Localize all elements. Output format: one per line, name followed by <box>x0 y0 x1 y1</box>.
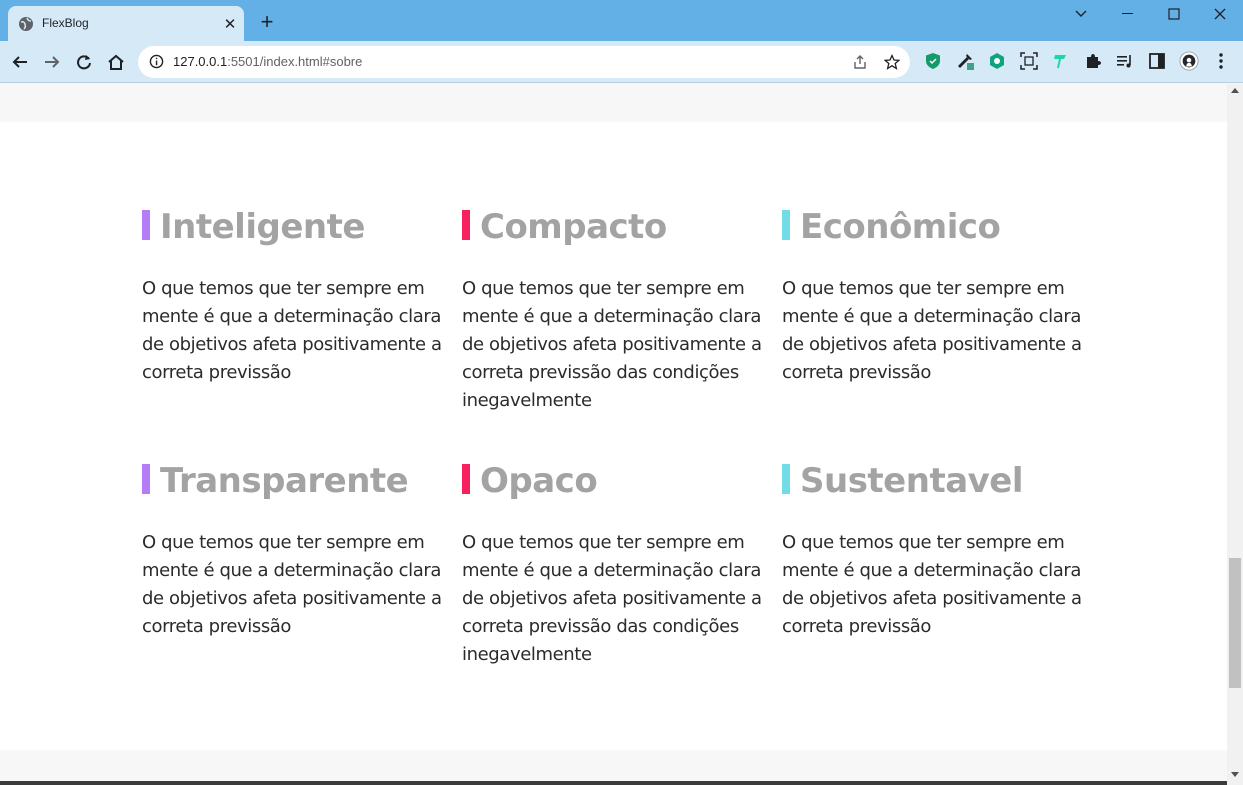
feature-title: Opaco <box>480 461 598 501</box>
feature-accent-bar <box>462 210 470 240</box>
horse-extension-icon[interactable] <box>1051 51 1071 71</box>
tab-close-button[interactable]: ✕ <box>221 15 239 33</box>
screenshot-extension-icon[interactable] <box>1019 51 1039 71</box>
url-text: 127.0.0.1:5501/index.html#sobre <box>173 54 362 69</box>
feature-title: Sustentavel <box>800 461 1024 501</box>
browser-toolbar: 127.0.0.1:5501/index.html#sobre <box>0 41 1243 83</box>
color-picker-extension-icon[interactable] <box>955 51 975 71</box>
feature-economico: Econômico O que temos que ter sempre em … <box>782 207 1092 383</box>
feature-accent-bar <box>142 464 150 494</box>
feature-title: Transparente <box>160 461 409 501</box>
feature-sustentavel: Sustentavel O que temos que ter sempre e… <box>782 461 1092 637</box>
scroll-up-arrow-icon[interactable] <box>1231 88 1239 93</box>
back-button[interactable] <box>8 50 32 74</box>
window-bottom-edge <box>0 781 1227 785</box>
feature-description: O que temos que ter sempre em mente é qu… <box>462 278 762 411</box>
page-viewport: Inteligente O que temos que ter sempre e… <box>0 84 1227 785</box>
url-path: :5501/index.html#sobre <box>227 54 363 69</box>
bookmark-star-icon[interactable] <box>883 53 901 74</box>
feature-inteligente: Inteligente O que temos que ter sempre e… <box>142 207 452 383</box>
feature-accent-bar <box>782 464 790 494</box>
extensions-puzzle-icon[interactable] <box>1083 51 1103 71</box>
feature-title: Compacto <box>480 207 667 247</box>
shield-extension-icon[interactable] <box>923 51 943 71</box>
home-button[interactable] <box>104 50 128 74</box>
feature-heading: Inteligente <box>142 207 452 250</box>
browser-tab[interactable]: FlexBlog ✕ <box>8 6 244 41</box>
feature-description: O que temos que ter sempre em mente é qu… <box>782 532 1082 637</box>
minimize-button[interactable] <box>1108 4 1148 24</box>
feature-heading: Opaco <box>462 461 772 504</box>
feature-heading: Compacto <box>462 207 772 250</box>
feature-description: O que temos que ter sempre em mente é qu… <box>142 532 442 637</box>
browser-titlebar: FlexBlog ✕ + <box>0 0 1243 41</box>
info-icon[interactable] <box>149 54 164 73</box>
maximize-button[interactable] <box>1154 4 1194 24</box>
feature-title: Econômico <box>800 207 1001 247</box>
globe-icon <box>18 16 34 32</box>
profile-avatar-icon[interactable] <box>1179 51 1199 71</box>
vertical-scrollbar[interactable] <box>1227 84 1243 785</box>
feature-heading: Sustentavel <box>782 461 1092 504</box>
address-bar[interactable]: 127.0.0.1:5501/index.html#sobre <box>138 46 910 78</box>
feature-title: Inteligente <box>160 207 365 247</box>
feature-heading: Transparente <box>142 461 452 504</box>
new-tab-button[interactable]: + <box>256 11 278 34</box>
url-host: 127.0.0.1 <box>173 54 228 69</box>
tab-title: FlexBlog <box>42 16 89 30</box>
hexagon-extension-icon[interactable] <box>987 51 1007 71</box>
forward-button[interactable] <box>40 50 64 74</box>
feature-transparente: Transparente O que temos que ter sempre … <box>142 461 452 637</box>
share-icon[interactable] <box>852 54 868 74</box>
feature-compacto: Compacto O que temos que ter sempre em m… <box>462 207 772 411</box>
media-controls-icon[interactable] <box>1115 51 1135 71</box>
feature-description: O que temos que ter sempre em mente é qu… <box>142 278 442 383</box>
sobre-section: Inteligente O que temos que ter sempre e… <box>0 122 1227 750</box>
scroll-down-arrow-icon[interactable] <box>1231 772 1239 777</box>
close-window-button[interactable] <box>1200 4 1240 24</box>
tab-search-button[interactable] <box>1061 4 1101 24</box>
feature-accent-bar <box>142 210 150 240</box>
reload-button[interactable] <box>72 50 96 74</box>
feature-description: O que temos que ter sempre em mente é qu… <box>462 532 762 665</box>
feature-opaco: Opaco O que temos que ter sempre em ment… <box>462 461 772 665</box>
feature-accent-bar <box>462 464 470 494</box>
menu-kebab-icon[interactable] <box>1211 51 1231 71</box>
feature-heading: Econômico <box>782 207 1092 250</box>
feature-accent-bar <box>782 210 790 240</box>
side-panel-icon[interactable] <box>1147 51 1167 71</box>
feature-description: O que temos que ter sempre em mente é qu… <box>782 278 1082 383</box>
scrollbar-thumb[interactable] <box>1229 558 1241 688</box>
